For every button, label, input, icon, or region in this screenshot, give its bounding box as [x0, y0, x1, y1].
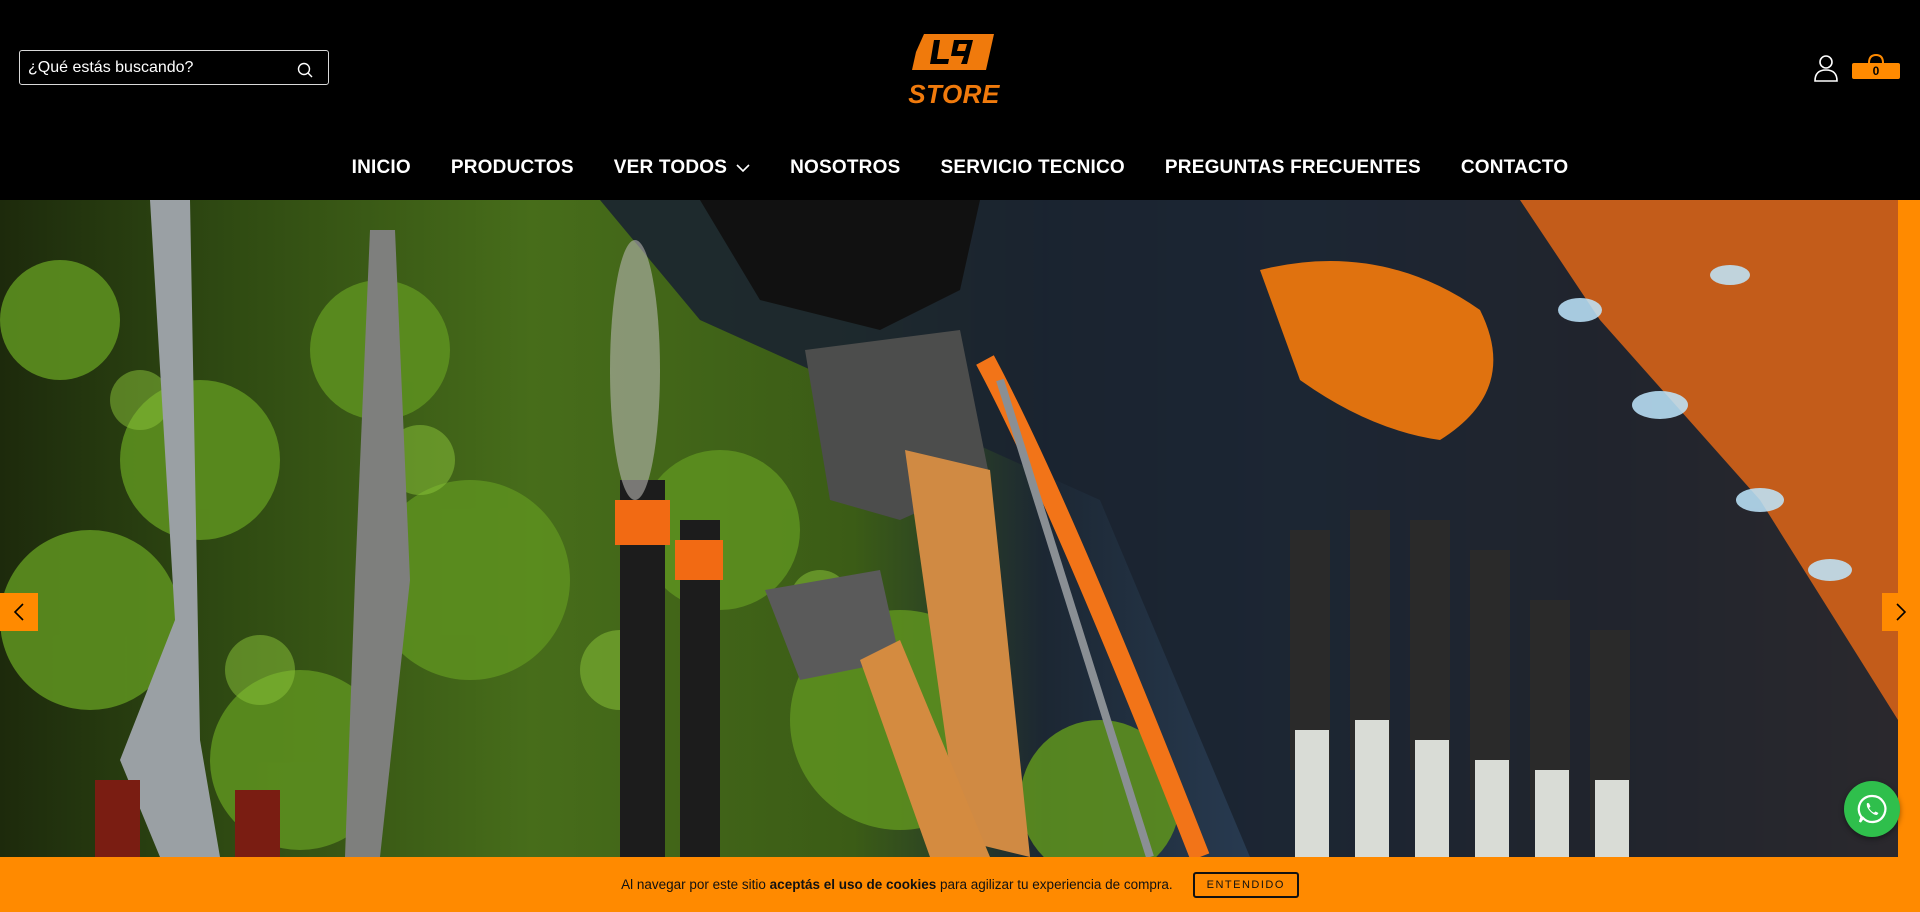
store-logo[interactable]: STORE	[904, 30, 1004, 110]
search-box[interactable]	[19, 50, 329, 85]
nav-item-ver-todos[interactable]: VER TODOS	[614, 157, 750, 179]
nav-label: INICIO	[351, 157, 411, 178]
cookie-text-bold: aceptás el uso de cookies	[769, 877, 937, 892]
whatsapp-icon	[1857, 794, 1887, 824]
nav-label: VER TODOS	[613, 157, 728, 178]
cookie-message: Al navegar por este sitio aceptás el uso…	[621, 877, 1173, 892]
main-nav: INICIO PRODUCTOS VER TODOS NOSOTROS SERV…	[0, 150, 1920, 186]
nav-item-productos[interactable]: PRODUCTOS	[451, 157, 574, 179]
cookie-banner: Al navegar por este sitio aceptás el uso…	[0, 857, 1920, 912]
nav-label: SERVICIO TECNICO	[940, 157, 1125, 178]
chevron-down-icon	[736, 164, 750, 173]
nav-item-inicio[interactable]: INICIO	[352, 157, 411, 179]
logo-text: STORE	[908, 79, 1000, 109]
slider-next-button[interactable]	[1882, 593, 1920, 631]
nav-item-contacto[interactable]: CONTACTO	[1461, 157, 1569, 179]
nav-label: PRODUCTOS	[450, 157, 574, 178]
slide-edge-strip	[1898, 200, 1920, 857]
nav-label: PREGUNTAS FRECUENTES	[1164, 157, 1421, 178]
user-icon[interactable]	[1812, 53, 1840, 83]
nav-label: CONTACTO	[1460, 157, 1569, 178]
cookie-text-before: Al navegar por este sitio	[621, 877, 770, 892]
hero-slide	[0, 200, 1898, 857]
hero-image	[0, 200, 1898, 857]
nav-item-nosotros[interactable]: NOSOTROS	[790, 157, 900, 179]
cookie-text-after: para agilizar tu experiencia de compra.	[936, 877, 1173, 892]
logo-mark	[912, 34, 994, 70]
cookie-accept-button[interactable]: ENTENDIDO	[1192, 871, 1299, 898]
slider-prev-button[interactable]	[0, 593, 38, 631]
nav-label: NOSOTROS	[790, 157, 901, 178]
cart-button[interactable]: 0	[1850, 52, 1902, 82]
chevron-right-icon	[1896, 603, 1907, 621]
nav-item-preguntas-frecuentes[interactable]: PREGUNTAS FRECUENTES	[1165, 157, 1421, 179]
whatsapp-button[interactable]	[1844, 781, 1900, 837]
search-icon[interactable]	[296, 61, 316, 81]
chevron-left-icon	[13, 603, 24, 621]
nav-item-servicio-tecnico[interactable]: SERVICIO TECNICO	[940, 157, 1124, 179]
cart-count: 0	[1872, 64, 1880, 78]
site-header: STORE 0 INICIO PRODUCTOS VER TODOS NOSOT…	[0, 0, 1920, 200]
search-input[interactable]	[20, 51, 296, 84]
